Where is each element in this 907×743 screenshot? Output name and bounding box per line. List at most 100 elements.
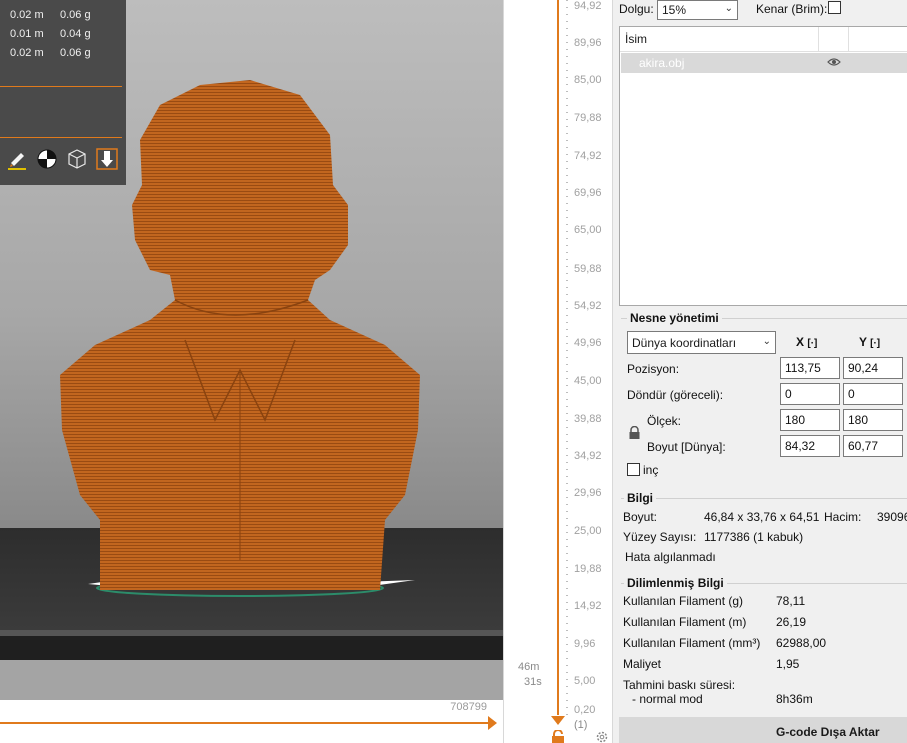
download-arrow-icon[interactable] — [96, 148, 118, 170]
info-title: Bilgi — [624, 491, 656, 505]
divider — [503, 0, 504, 743]
layer-tick: 65,00 — [574, 224, 602, 236]
divider — [0, 137, 122, 138]
sliced-row-value: 62988,00 — [776, 636, 827, 650]
layer-tick: 79,88 — [574, 112, 602, 124]
layer-tick: 39,88 — [574, 413, 602, 425]
x-column-header: X [·] — [796, 335, 818, 349]
layer-tick: 34,92 — [574, 450, 602, 462]
layer-tick: 9,96 — [574, 638, 596, 650]
normal-mode-label: - normal mod — [632, 692, 703, 706]
layer-tick: 14,92 — [574, 600, 602, 612]
object-management-title: Nesne yönetimi — [627, 311, 722, 325]
paint-icon[interactable] — [6, 148, 28, 170]
time-minutes: 46m — [518, 661, 540, 673]
layer-tick: 89,96 — [574, 37, 602, 49]
gear-icon[interactable] — [596, 731, 608, 743]
size-label: Boyut [Dünya]: — [647, 440, 726, 454]
stat-row: 0.02 m 0.06 g — [10, 9, 91, 21]
layer-count: 708799 — [450, 701, 487, 713]
inch-checkbox[interactable] — [627, 463, 640, 476]
color-wheel-icon[interactable] — [36, 148, 58, 170]
info-facets-value: 1177386 (1 kabuk) — [704, 530, 804, 544]
export-gcode-button[interactable]: G-code Dışa Aktar — [619, 717, 907, 743]
stat-row: 0.01 m 0.04 g — [10, 28, 91, 40]
lock-icon[interactable] — [551, 730, 565, 743]
layer-index-label: (1) — [574, 719, 588, 731]
layer-tick: 49,96 — [574, 337, 602, 349]
eye-icon[interactable] — [827, 56, 841, 68]
bracket-icon: [·] — [870, 338, 881, 349]
y-column-header: Y [·] — [859, 335, 881, 349]
brim-checkbox[interactable] — [828, 1, 841, 14]
object-stats-panel: 0.02 m 0.06 g 0.01 m 0.04 g 0.02 m 0.06 g — [0, 0, 126, 185]
position-y-input[interactable]: 90,24 — [843, 357, 903, 379]
horizontal-slider-handle[interactable] — [488, 716, 497, 730]
coordinate-mode-select[interactable]: Dünya koordinatları ⌄ — [627, 331, 776, 354]
info-facets-label: Yüzey Sayısı: — [623, 530, 697, 544]
position-x-input[interactable]: 113,75 — [780, 357, 840, 379]
info-errors: Hata algılanmadı — [625, 550, 716, 564]
rotate-x-input[interactable]: 0 — [780, 383, 840, 405]
layer-tick: 69,96 — [574, 187, 602, 199]
inch-label: inç — [643, 463, 659, 477]
layer-tick: 74,92 — [574, 150, 602, 162]
time-seconds: 31s — [524, 676, 542, 688]
3d-viewport[interactable]: 0.02 m 0.06 g 0.01 m 0.04 g 0.02 m 0.06 g — [0, 0, 503, 700]
infill-label: Dolgu: — [619, 2, 654, 16]
vertical-layer-slider[interactable] — [557, 0, 559, 715]
column-divider — [848, 27, 849, 51]
vertical-slider-handle[interactable] — [551, 716, 565, 725]
layer-tick: 0,20 — [574, 704, 596, 716]
layer-tick: 94,92 — [574, 0, 602, 12]
chevron-down-icon: ⌄ — [762, 336, 771, 347]
layer-tick: 54,92 — [574, 300, 602, 312]
stat-row: 0.02 m 0.06 g — [10, 47, 91, 59]
layer-tick: 25,00 — [574, 525, 602, 537]
divider — [0, 86, 122, 87]
sliced-row-label: Kullanılan Filament (m) — [623, 615, 747, 629]
rotate-label: Döndür (göreceli): — [627, 388, 724, 402]
object-list[interactable]: İsim akira.obj — [619, 26, 907, 306]
infill-select[interactable]: 15% ⌄ — [657, 0, 738, 20]
info-volume-label: Hacim: — [824, 510, 862, 524]
info-size-value: 46,84 x 33,76 x 64,51 — [704, 510, 820, 524]
scale-x-input[interactable]: 180 — [780, 409, 840, 431]
cube-icon[interactable] — [66, 148, 88, 170]
layer-ruler — [566, 0, 568, 720]
bracket-icon: [·] — [807, 338, 818, 349]
column-divider — [818, 27, 819, 51]
object-name: akira.obj — [639, 56, 685, 70]
scale-label: Ölçek: — [647, 414, 682, 428]
print-time-label: Tahmini baskı süresi: — [623, 678, 736, 692]
chevron-down-icon: ⌄ — [724, 3, 733, 14]
sliced-row-value: 26,19 — [776, 615, 807, 629]
sliced-info-title: Dilimlenmiş Bilgi — [624, 576, 727, 590]
scale-y-input[interactable]: 180 — [843, 409, 903, 431]
object-list-header: İsim — [620, 27, 907, 52]
sliced-row-label: Maliyet — [623, 657, 662, 671]
list-item[interactable]: akira.obj — [621, 53, 907, 73]
name-column-header[interactable]: İsim — [625, 32, 647, 46]
size-x-input[interactable]: 84,32 — [780, 435, 840, 457]
layer-tick: 5,00 — [574, 675, 596, 687]
layer-tick: 19,88 — [574, 563, 602, 575]
sliced-row-value: 78,11 — [776, 594, 806, 608]
position-label: Pozisyon: — [627, 362, 680, 376]
layer-tick: 45,00 — [574, 375, 602, 387]
sliced-row-value: 1,95 — [776, 657, 800, 671]
group-border — [621, 498, 907, 499]
normal-mode-value: 8h36m — [776, 692, 813, 706]
sliced-row-label: Kullanılan Filament (g) — [623, 594, 744, 608]
sliced-row-label: Kullanılan Filament (mm³) — [623, 636, 761, 650]
layer-tick: 85,00 — [574, 74, 602, 86]
horizontal-layer-slider[interactable] — [0, 722, 490, 724]
size-y-input[interactable]: 60,77 — [843, 435, 903, 457]
info-volume-value: 39096 — [877, 510, 907, 524]
brim-label: Kenar (Brim): — [756, 2, 828, 16]
info-size-label: Boyut: — [623, 510, 658, 524]
lock-icon[interactable] — [628, 426, 641, 440]
layer-tick: 59,88 — [574, 263, 602, 275]
layer-tick: 29,96 — [574, 487, 602, 499]
rotate-y-input[interactable]: 0 — [843, 383, 903, 405]
